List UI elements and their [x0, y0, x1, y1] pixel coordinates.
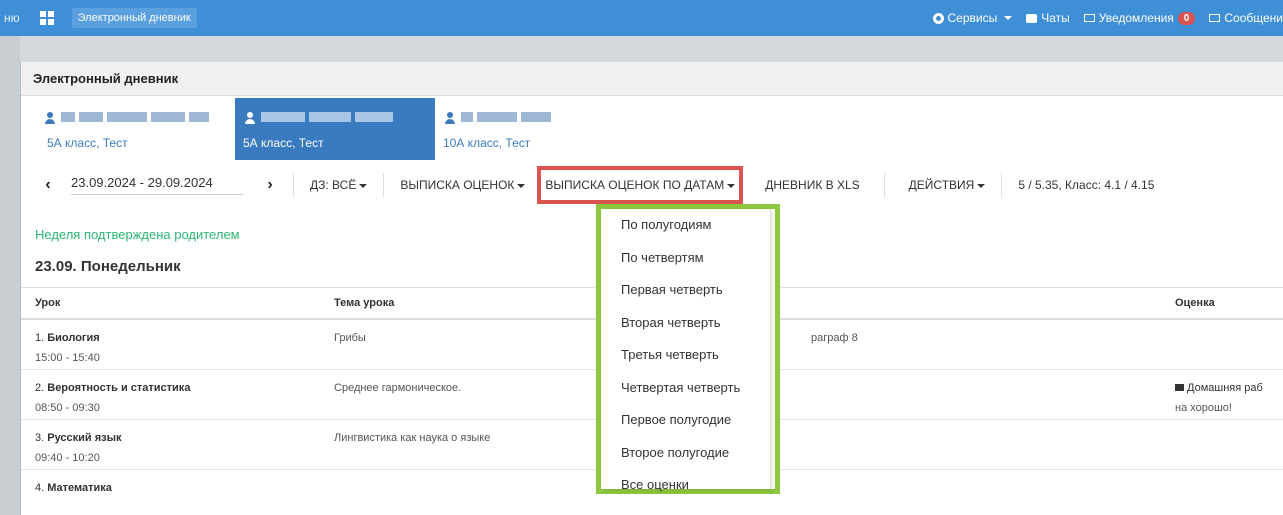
subject: Биология	[47, 332, 100, 344]
date-range-field[interactable]: 23.09.2024 - 29.09.2024	[71, 175, 243, 195]
homework-filter-dropdown[interactable]: ДЗ: ВСЁ	[310, 178, 368, 192]
grade-comment[interactable]: Домашняя раб	[1175, 382, 1263, 394]
grade-comment-line2: на хорошо!	[1175, 402, 1232, 414]
lesson-name[interactable]: 3. Русский язык	[35, 432, 122, 444]
divider	[383, 173, 385, 197]
chats-label: Чаты	[1041, 11, 1070, 25]
caret-down-icon	[359, 183, 368, 188]
student-tab-3[interactable]: 10А класс, Тест	[435, 98, 635, 160]
menu-item-third-quarter[interactable]: Третья четверть	[601, 339, 770, 372]
menu-item-first-halfyear[interactable]: Первое полугодие	[601, 404, 770, 437]
grade-stats: 5 / 5.35, Класс: 4.1 / 4.15	[1018, 178, 1155, 192]
actions-dropdown[interactable]: ДЕЙСТВИЯ	[909, 178, 986, 192]
navbar-right: Сервисы Чаты Уведомления 0 Сообщени	[932, 0, 1283, 36]
menu-item-second-halfyear[interactable]: Второе полугодие	[601, 437, 770, 470]
lesson-time: 09:40 - 10:20	[35, 452, 100, 464]
apps-grid-icon[interactable]	[39, 11, 54, 25]
student-tab-1[interactable]: 5А класс, Тест	[35, 98, 235, 160]
grades-by-dates-label: ВЫПИСКА ОЦЕНОК ПО ДАТАМ	[545, 178, 725, 192]
lesson-topic: Грибы	[334, 332, 366, 344]
header-lesson: Урок	[35, 297, 61, 309]
menu-item-all-grades[interactable]: Все оценки	[601, 469, 770, 502]
lesson-number: 4.	[35, 482, 45, 494]
gear-icon	[932, 12, 944, 24]
services-menu[interactable]: Сервисы	[932, 11, 1013, 25]
grades-by-dates-dropdown[interactable]: ВЫПИСКА ОЦЕНОК ПО ДАТАМ	[537, 166, 744, 204]
subject: Русский язык	[47, 432, 122, 444]
lesson-time: 15:00 - 15:40	[35, 352, 100, 364]
student-name-blurred	[61, 112, 227, 122]
messages-link[interactable]: Сообщени	[1209, 11, 1283, 25]
homework-filter-label: ДЗ: ВСЁ	[310, 178, 357, 192]
services-label: Сервисы	[947, 11, 998, 25]
envelope-icon	[1083, 14, 1095, 22]
lesson-name[interactable]: 2. Вероятность и статистика	[35, 382, 190, 394]
grades-report-dropdown[interactable]: ВЫПИСКА ОЦЕНОК	[400, 178, 526, 192]
caret-down-icon	[977, 183, 986, 188]
envelope-icon	[1209, 14, 1221, 22]
student-name-blurred	[261, 112, 427, 122]
top-navbar: ню Электронный дневник Сервисы Чаты Увед…	[0, 0, 1283, 36]
notifications-link[interactable]: Уведомления 0	[1083, 11, 1196, 25]
day-title: 23.09. Понедельник	[35, 258, 181, 275]
student-class: 5А класс, Тест	[47, 136, 128, 150]
menu-link[interactable]: ню	[4, 11, 20, 25]
panel-title: Электронный дневник	[21, 62, 1283, 96]
comment-icon	[1175, 384, 1184, 391]
user-icon	[445, 112, 455, 124]
lesson-name[interactable]: 1. Биология	[35, 332, 100, 344]
lesson-topic: Среднее гармоническое.	[334, 382, 462, 394]
week-confirmed-status: Неделя подтверждена родителем	[35, 227, 240, 242]
student-name-blurred	[461, 112, 627, 122]
background-left-edge	[0, 36, 20, 515]
messages-label: Сообщени	[1224, 11, 1283, 25]
prev-week-button[interactable]: ‹	[41, 176, 55, 194]
menu-item-fourth-quarter[interactable]: Четвертая четверть	[601, 372, 770, 405]
lesson-number: 1.	[35, 332, 45, 344]
next-week-button[interactable]: ›	[263, 176, 277, 194]
lesson-number: 2.	[35, 382, 45, 394]
student-tab-2[interactable]: 5А класс, Тест	[235, 98, 435, 160]
subject: Вероятность и статистика	[47, 382, 191, 394]
homework-text: раграф 8	[811, 332, 858, 344]
menu-item-first-quarter[interactable]: Первая четверть	[601, 274, 770, 307]
notifications-label: Уведомления	[1098, 11, 1174, 25]
menu-item-by-quarters[interactable]: По четвертям	[601, 242, 770, 275]
dropdown-list: По полугодиям По четвертям Первая четвер…	[601, 209, 771, 492]
actions-label: ДЕЙСТВИЯ	[908, 178, 975, 192]
subject: Математика	[47, 482, 112, 494]
student-class: 10А класс, Тест	[443, 136, 531, 150]
lesson-name[interactable]: 4. Математика	[35, 482, 112, 494]
user-icon	[245, 112, 255, 124]
student-tabs: 5А класс, Тест 5А класс, Тест 10А класс,…	[35, 98, 635, 160]
divider	[293, 173, 294, 197]
divider	[1001, 173, 1003, 197]
user-icon	[45, 112, 55, 124]
grades-by-dates-menu: По полугодиям По четвертям Первая четвер…	[596, 204, 780, 494]
student-class: 5А класс, Тест	[243, 136, 324, 150]
header-topic: Тема урока	[334, 297, 395, 309]
chats-link[interactable]: Чаты	[1026, 11, 1070, 25]
lesson-number: 3.	[35, 432, 45, 444]
caret-down-icon	[517, 183, 526, 188]
caret-down-icon	[727, 183, 736, 188]
lesson-topic: Лингвистика как наука о языке	[334, 432, 491, 444]
diary-toolbar: ‹ 23.09.2024 - 29.09.2024 › ДЗ: ВСЁ ВЫПИ…	[41, 165, 1281, 205]
caret-down-icon	[1004, 16, 1013, 20]
header-grade: Оценка	[1175, 297, 1215, 309]
menu-item-by-halfyears[interactable]: По полугодиям	[601, 209, 770, 242]
notifications-badge: 0	[1177, 11, 1196, 25]
diary-xls-button[interactable]: ДНЕВНИК В XLS	[765, 178, 859, 192]
chat-icon	[1026, 13, 1038, 23]
grade-comment-text: Домашняя раб	[1187, 382, 1263, 394]
grades-report-label: ВЫПИСКА ОЦЕНОК	[400, 178, 515, 192]
menu-item-second-quarter[interactable]: Вторая четверть	[601, 307, 770, 340]
brand-link[interactable]: Электронный дневник	[71, 8, 197, 28]
lesson-time: 08:50 - 09:30	[35, 402, 100, 414]
divider	[883, 173, 885, 197]
